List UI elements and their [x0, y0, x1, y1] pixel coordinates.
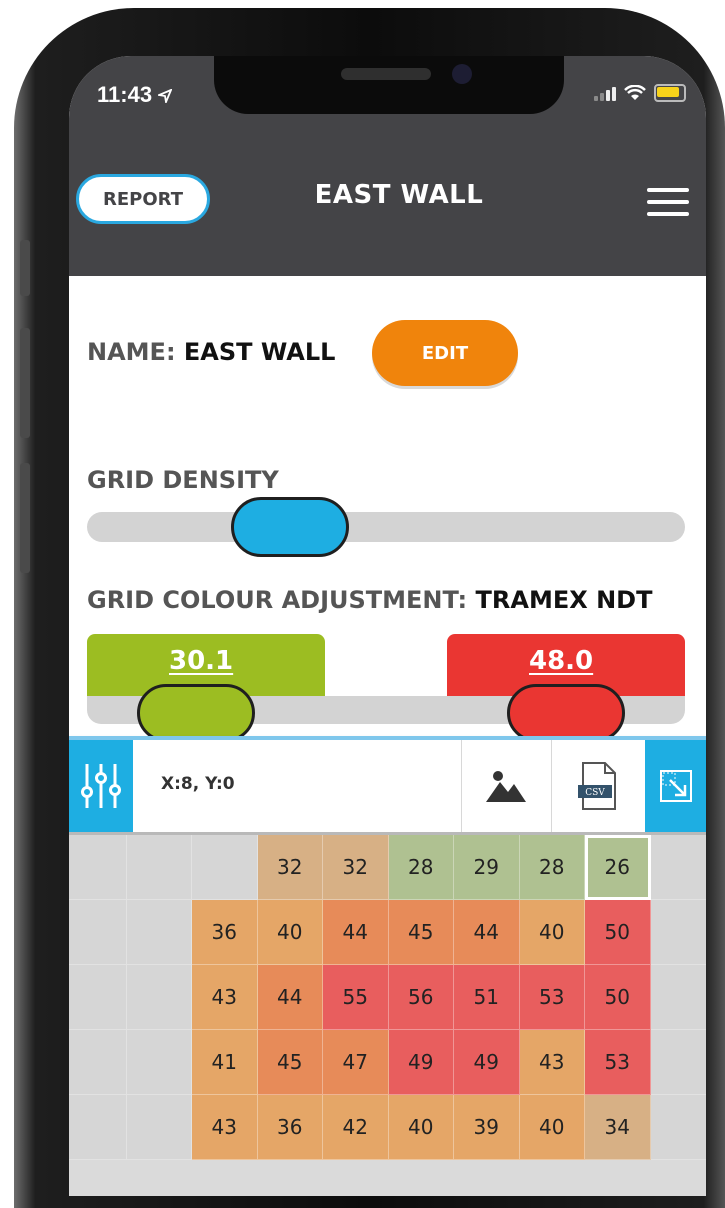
- grid-cell[interactable]: 28: [388, 835, 454, 900]
- grid-cell[interactable]: 50: [585, 965, 651, 1030]
- grid-cell[interactable]: 34: [585, 1095, 651, 1160]
- grid-cell[interactable]: 49: [454, 1030, 520, 1095]
- grid-cell[interactable]: 44: [257, 965, 323, 1030]
- volume-down-button: [20, 463, 30, 573]
- grid-density-slider-thumb[interactable]: [231, 497, 349, 557]
- grid-toolbar: X:8, Y:0 CSV: [69, 736, 706, 832]
- volume-up-button: [20, 328, 30, 438]
- grid-cell[interactable]: 39: [454, 1095, 520, 1160]
- grid-cell[interactable]: 44: [454, 900, 520, 965]
- grid-cell[interactable]: [126, 900, 192, 965]
- front-camera: [452, 64, 472, 84]
- csv-label: CSV: [585, 788, 605, 798]
- grid-cell[interactable]: 42: [323, 1095, 389, 1160]
- colour-profile-name: TRAMEX NDT: [475, 586, 653, 614]
- status-time: 11:43: [97, 82, 173, 108]
- grid-cell[interactable]: [650, 1095, 706, 1160]
- csv-file-icon: CSV: [578, 762, 616, 810]
- page-title: EAST WALL: [314, 180, 484, 210]
- app-header: 11:43 REPORT EAST WALL: [69, 56, 706, 276]
- grid-cell[interactable]: 49: [388, 1030, 454, 1095]
- moisture-grid[interactable]: 32 32 28 29 28 26 36 40 44 45 44 40 50 43 44 55 56 51 53 50…: [69, 835, 706, 1160]
- grid-cell[interactable]: 55: [323, 965, 389, 1030]
- grid-cell[interactable]: [69, 900, 127, 965]
- grid-cell[interactable]: [650, 835, 706, 900]
- grid-cell[interactable]: 28: [519, 835, 585, 900]
- mute-switch: [20, 240, 30, 296]
- grid-cell[interactable]: [650, 965, 706, 1030]
- report-button[interactable]: REPORT: [76, 174, 210, 224]
- grid-cell[interactable]: [192, 835, 258, 900]
- adjust-button[interactable]: [69, 740, 133, 832]
- grid-cell[interactable]: 43: [192, 1095, 258, 1160]
- grid-cell[interactable]: 40: [519, 1095, 585, 1160]
- grid-cell[interactable]: 41: [192, 1030, 258, 1095]
- expand-button[interactable]: [645, 740, 706, 832]
- csv-export-button[interactable]: CSV: [551, 740, 645, 832]
- grid-colour-adjustment-label: GRID COLOUR ADJUSTMENT:: [87, 586, 468, 614]
- grid-cell[interactable]: [69, 835, 127, 900]
- grid-cell[interactable]: 45: [257, 1030, 323, 1095]
- phone-frame: 11:43 REPORT EAST WALL NAME: EAST WALL E…: [14, 8, 725, 1208]
- grid-colour-label: GRID COLOUR ADJUSTMENT: TRAMEX NDT: [87, 586, 652, 614]
- low-threshold-slider-thumb[interactable]: [137, 684, 255, 742]
- name-value: EAST WALL: [183, 338, 336, 366]
- coordinates-readout: X:8, Y:0: [161, 774, 235, 794]
- name-row: NAME: EAST WALL: [87, 338, 335, 366]
- low-threshold-value: 30.1: [169, 646, 234, 676]
- grid-density-track[interactable]: [87, 512, 685, 542]
- grid-cell[interactable]: 51: [454, 965, 520, 1030]
- grid-cell[interactable]: 50: [585, 900, 651, 965]
- grid-cell[interactable]: 36: [192, 900, 258, 965]
- grid-cell[interactable]: 26: [585, 835, 651, 900]
- location-icon: [155, 88, 173, 106]
- grid-cell[interactable]: [126, 965, 192, 1030]
- grid-cell[interactable]: 40: [519, 900, 585, 965]
- image-icon: [486, 771, 526, 802]
- edit-button[interactable]: EDIT: [372, 320, 518, 386]
- grid-cell[interactable]: 32: [257, 835, 323, 900]
- grid-cell[interactable]: 44: [323, 900, 389, 965]
- grid-cell[interactable]: 32: [323, 835, 389, 900]
- moisture-grid-area: 32 32 28 29 28 26 36 40 44 45 44 40 50 43 44 55 56 51 53 50…: [69, 832, 706, 1196]
- hamburger-menu-icon[interactable]: [647, 188, 689, 224]
- grid-cell[interactable]: [69, 1095, 127, 1160]
- notch: [214, 56, 564, 114]
- grid-cell[interactable]: 56: [388, 965, 454, 1030]
- settings-panel: NAME: EAST WALL EDIT GRID DENSITY GRID C…: [69, 276, 706, 742]
- grid-cell[interactable]: 53: [519, 965, 585, 1030]
- grid-cell[interactable]: 45: [388, 900, 454, 965]
- grid-cell[interactable]: 53: [585, 1030, 651, 1095]
- grid-cell[interactable]: 43: [192, 965, 258, 1030]
- sliders-icon: [81, 764, 121, 808]
- grid-cell[interactable]: [126, 835, 192, 900]
- grid-cell[interactable]: 40: [388, 1095, 454, 1160]
- grid-cell[interactable]: [126, 1030, 192, 1095]
- grid-cell[interactable]: [69, 1030, 127, 1095]
- status-icons: [594, 84, 686, 102]
- battery-icon: [654, 84, 686, 102]
- high-threshold-value: 48.0: [529, 646, 594, 676]
- grid-cell[interactable]: [650, 1030, 706, 1095]
- grid-density-label: GRID DENSITY: [87, 466, 279, 494]
- screen: 11:43 REPORT EAST WALL NAME: EAST WALL E…: [69, 56, 706, 1196]
- grid-cell[interactable]: 40: [257, 900, 323, 965]
- grid-cell[interactable]: [126, 1095, 192, 1160]
- expand-icon: [659, 770, 692, 802]
- grid-cell[interactable]: 47: [323, 1030, 389, 1095]
- grid-cell[interactable]: 36: [257, 1095, 323, 1160]
- grid-cell[interactable]: [69, 965, 127, 1030]
- grid-cell[interactable]: 29: [454, 835, 520, 900]
- speaker: [341, 68, 431, 80]
- grid-cell[interactable]: [650, 900, 706, 965]
- grid-cell[interactable]: 43: [519, 1030, 585, 1095]
- high-threshold-slider-thumb[interactable]: [507, 684, 625, 742]
- name-label: NAME:: [87, 338, 176, 366]
- signal-icon: [594, 85, 616, 101]
- image-button[interactable]: [461, 740, 551, 832]
- wifi-icon: [624, 85, 646, 100]
